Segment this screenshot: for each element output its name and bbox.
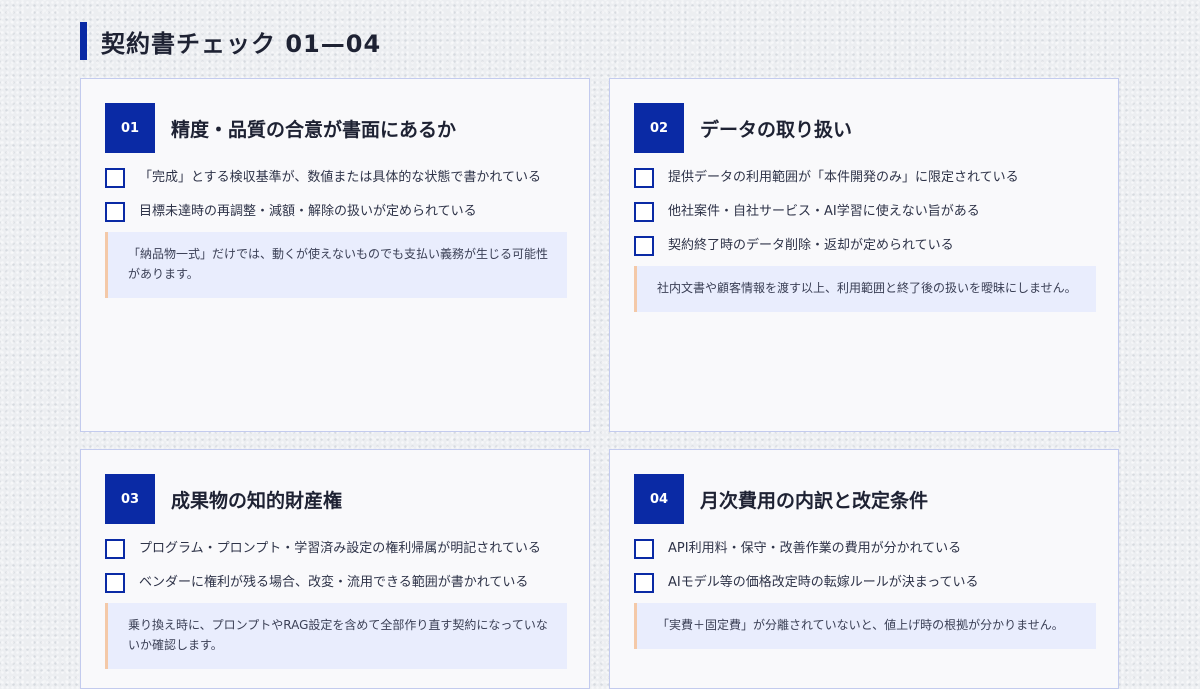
header-accent-bar [80, 22, 87, 60]
check-item-text: 「完成」とする検収基準が、数値または具体的な状態で書かれている [139, 170, 541, 185]
card-header: 01 精度・品質の合意が書面にあるか [105, 103, 456, 153]
check-item: 提供データの利用範囲が「本件開発のみ」に限定されている [634, 168, 1096, 188]
check-item-text: ベンダーに権利が残る場合、改変・流用できる範囲が書かれている [139, 575, 529, 590]
checklist: 提供データの利用範囲が「本件開発のみ」に限定されている 他社案件・自社サービス・… [634, 168, 1096, 312]
card-number-badge: 01 [105, 103, 155, 153]
check-item: 目標未達時の再調整・減額・解除の扱いが定められている [105, 202, 567, 222]
card-number-badge: 02 [634, 103, 684, 153]
card-title: データの取り扱い [700, 118, 853, 141]
check-item-text: API利用料・保守・改善作業の費用が分かれている [668, 541, 962, 556]
checkbox[interactable] [105, 573, 125, 593]
check-item: 「完成」とする検収基準が、数値または具体的な状態で書かれている [105, 168, 567, 188]
card-header: 02 データの取り扱い [634, 103, 852, 153]
check-item-text: AIモデル等の価格改定時の転嫁ルールが決まっている [668, 575, 979, 590]
card-note: 乗り換え時に、プロンプトやRAG設定を含めて全部作り直す契約になっていないか確認… [105, 603, 567, 669]
check-item: 他社案件・自社サービス・AI学習に使えない旨がある [634, 202, 1096, 222]
checkbox[interactable] [634, 202, 654, 222]
card-note: 社内文書や顧客情報を渡す以上、利用範囲と終了後の扱いを曖昧にしません。 [634, 266, 1096, 312]
checklist-card-03: 03 成果物の知的財産権 プログラム・プロンプト・学習済み設定の権利帰属が明記さ… [80, 449, 590, 689]
card-number-badge: 04 [634, 474, 684, 524]
check-item: プログラム・プロンプト・学習済み設定の権利帰属が明記されている [105, 539, 567, 559]
checkbox[interactable] [105, 539, 125, 559]
checklist-card-01: 01 精度・品質の合意が書面にあるか 「完成」とする検収基準が、数値または具体的… [80, 78, 590, 432]
card-number-badge: 03 [105, 474, 155, 524]
check-item-text: 契約終了時のデータ削除・返却が定められている [668, 238, 954, 253]
check-item: ベンダーに権利が残る場合、改変・流用できる範囲が書かれている [105, 573, 567, 593]
check-item-text: 他社案件・自社サービス・AI学習に使えない旨がある [668, 204, 980, 219]
check-item-text: 提供データの利用範囲が「本件開発のみ」に限定されている [668, 170, 1019, 185]
checklist-card-02: 02 データの取り扱い 提供データの利用範囲が「本件開発のみ」に限定されている … [609, 78, 1119, 432]
checklist: 「完成」とする検収基準が、数値または具体的な状態で書かれている 目標未達時の再調… [105, 168, 567, 298]
card-title: 月次費用の内訳と改定条件 [700, 489, 929, 512]
checkbox[interactable] [105, 168, 125, 188]
card-header: 04 月次費用の内訳と改定条件 [634, 474, 928, 524]
checklist: API利用料・保守・改善作業の費用が分かれている AIモデル等の価格改定時の転嫁… [634, 539, 1096, 649]
card-note: 「納品物一式」だけでは、動くが使えないものでも支払い義務が生じる可能性があります… [105, 232, 567, 298]
check-item-text: プログラム・プロンプト・学習済み設定の権利帰属が明記されている [139, 541, 541, 556]
check-item: AIモデル等の価格改定時の転嫁ルールが決まっている [634, 573, 1096, 593]
check-item-text: 目標未達時の再調整・減額・解除の扱いが定められている [139, 204, 477, 219]
check-item: 契約終了時のデータ削除・返却が定められている [634, 236, 1096, 256]
card-header: 03 成果物の知的財産権 [105, 474, 342, 524]
checkbox[interactable] [634, 539, 654, 559]
card-note: 「実費＋固定費」が分離されていないと、値上げ時の根拠が分かりません。 [634, 603, 1096, 649]
card-title: 精度・品質の合意が書面にあるか [171, 118, 457, 141]
check-item: API利用料・保守・改善作業の費用が分かれている [634, 539, 1096, 559]
checkbox[interactable] [105, 202, 125, 222]
checkbox[interactable] [634, 573, 654, 593]
checklist: プログラム・プロンプト・学習済み設定の権利帰属が明記されている ベンダーに権利が… [105, 539, 567, 669]
checkbox[interactable] [634, 236, 654, 256]
page-header: 契約書チェック 01—04 [80, 22, 381, 60]
card-title: 成果物の知的財産権 [171, 489, 343, 512]
page-title: 契約書チェック 01—04 [101, 29, 382, 58]
checkbox[interactable] [634, 168, 654, 188]
checklist-card-04: 04 月次費用の内訳と改定条件 API利用料・保守・改善作業の費用が分かれている… [609, 449, 1119, 689]
